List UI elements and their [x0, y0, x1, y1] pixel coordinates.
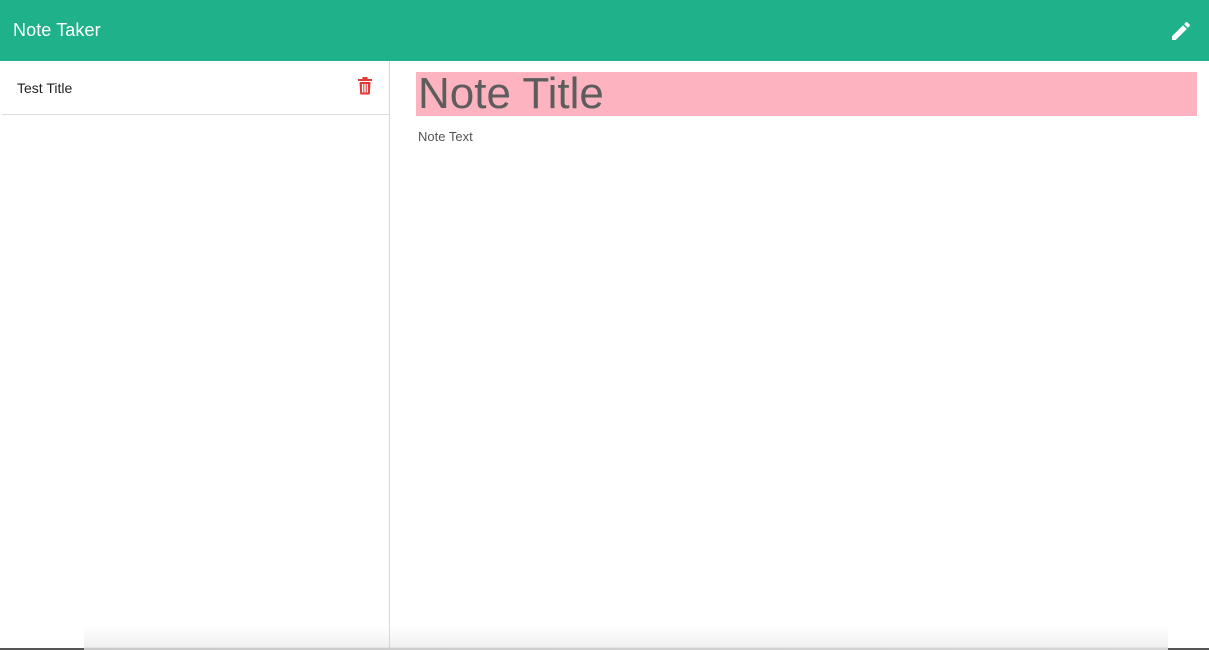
notes-sidebar: Test Title: [0, 61, 390, 650]
note-list-item-title[interactable]: Test Title: [17, 80, 72, 96]
app-brand[interactable]: Note Taker: [13, 20, 101, 41]
new-note-button[interactable]: [1167, 17, 1195, 45]
note-title-input[interactable]: [416, 72, 1197, 116]
note-list-item[interactable]: Test Title: [2, 61, 389, 115]
pencil-icon: [1172, 21, 1191, 40]
note-editor: [390, 61, 1209, 650]
trash-icon[interactable]: [358, 77, 372, 95]
navbar: Note Taker: [0, 0, 1209, 61]
note-text-input[interactable]: [416, 127, 1197, 627]
